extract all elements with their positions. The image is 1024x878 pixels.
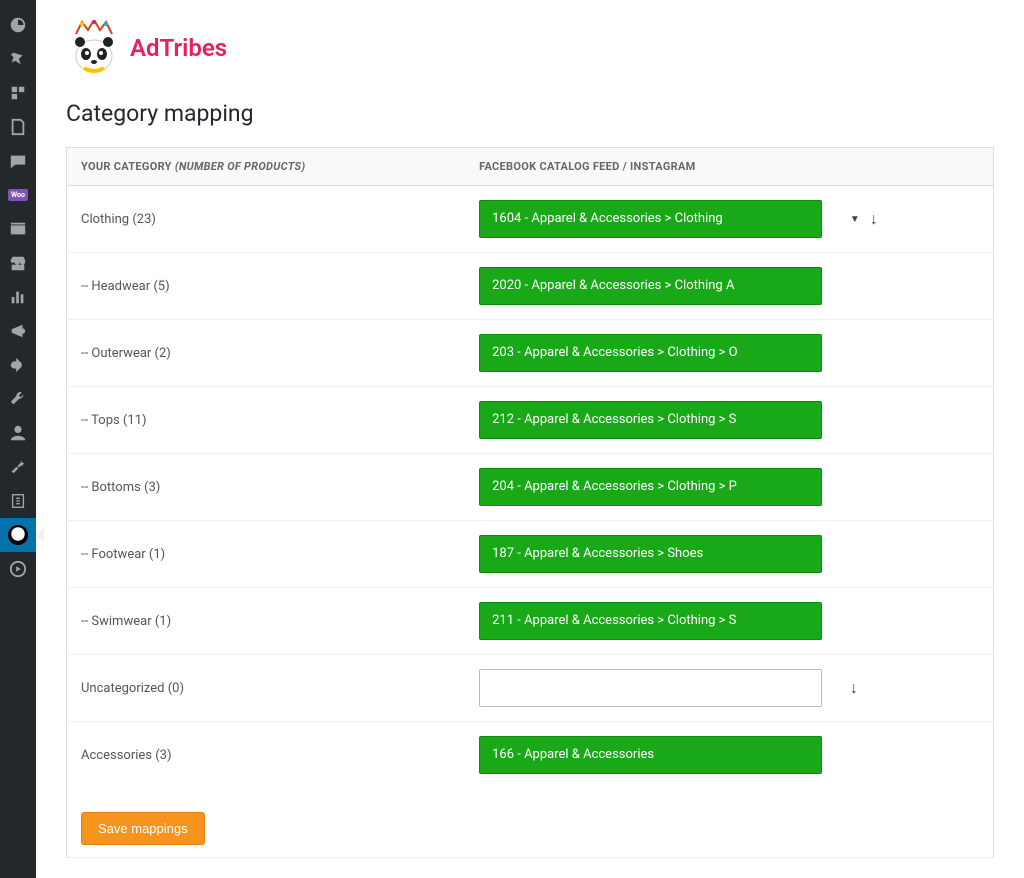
sidebar-tools[interactable] <box>0 382 36 416</box>
category-label: -- Bottoms (3) <box>67 454 466 521</box>
feed-category-input[interactable]: 2020 - Apparel & Accessories > Clothing … <box>479 267 822 305</box>
dashboard-icon <box>9 16 27 34</box>
th-feed: FACEBOOK CATALOG FEED / INSTAGRAM <box>465 148 836 186</box>
feed-cell: 204 - Apparel & Accessories > Clothing >… <box>465 454 836 521</box>
brand-name: AdTribes <box>130 34 227 62</box>
feed-category-input[interactable]: 203 - Apparel & Accessories > Clothing >… <box>479 334 822 372</box>
settings-icon <box>9 458 27 476</box>
sidebar-users[interactable] <box>0 416 36 450</box>
action-cell <box>836 722 994 789</box>
store-icon <box>9 254 27 272</box>
feed-category-input[interactable]: 1604 - Apparel & Accessories > Clothing <box>479 200 822 238</box>
marketing-icon <box>9 322 27 340</box>
action-cell: ↓ <box>836 655 994 722</box>
sidebar-comments[interactable] <box>0 144 36 178</box>
plugins-icon <box>9 356 27 374</box>
feed-category-input[interactable] <box>479 669 822 707</box>
tools-icon <box>9 390 27 408</box>
products-icon <box>9 220 27 238</box>
sidebar-video[interactable] <box>0 552 36 586</box>
page-title: Category mapping <box>66 100 994 127</box>
feed-category-input[interactable]: 211 - Apparel & Accessories > Clothing >… <box>479 602 822 640</box>
category-label: Uncategorized (0) <box>67 655 466 722</box>
comments-icon <box>9 152 27 170</box>
sidebar-products[interactable] <box>0 212 36 246</box>
feed-cell: 203 - Apparel & Accessories > Clothing >… <box>465 320 836 387</box>
category-label: -- Swimwear (1) <box>67 588 466 655</box>
table-row: -- Swimwear (1) 211 - Apparel & Accessori… <box>67 588 994 655</box>
sidebar-adtribes[interactable] <box>0 518 36 552</box>
action-cell <box>836 253 994 320</box>
table-row: Clothing (23) 1604 - Apparel & Accessorie… <box>67 186 994 253</box>
category-label: -- Tops (11) <box>67 387 466 454</box>
table-row: -- Footwear (1) 187 - Apparel & Accessori… <box>67 521 994 588</box>
feed-category-input[interactable]: 212 - Apparel & Accessories > Clothing >… <box>479 401 822 439</box>
feed-cell: 211 - Apparel & Accessories > Clothing >… <box>465 588 836 655</box>
sidebar-pages[interactable] <box>0 110 36 144</box>
arrow-down-icon[interactable]: ↓ <box>870 209 878 229</box>
sidebar-pin[interactable] <box>0 42 36 76</box>
video-icon <box>9 560 27 578</box>
adtribes-icon <box>8 525 28 545</box>
feed-category-input[interactable]: 204 - Apparel & Accessories > Clothing >… <box>479 468 822 506</box>
import-icon <box>9 492 27 510</box>
caret-down-icon[interactable]: ▼ <box>850 214 860 225</box>
analytics-icon <box>9 288 27 306</box>
table-row: -- Bottoms (3) 204 - Apparel & Accessorie… <box>67 454 994 521</box>
sidebar-media[interactable] <box>0 76 36 110</box>
feed-category-input[interactable]: 187 - Apparel & Accessories > Shoes <box>479 535 822 573</box>
table-row: -- Tops (11) 212 - Apparel & Accessories … <box>67 387 994 454</box>
sidebar-marketing[interactable] <box>0 314 36 348</box>
th-category: YOUR CATEGORY (NUMBER OF PRODUCTS) <box>67 148 466 186</box>
feed-cell: 2020 - Apparel & Accessories > Clothing … <box>465 253 836 320</box>
feed-cell: 166 - Apparel & Accessories <box>465 722 836 789</box>
pages-icon <box>9 118 27 136</box>
action-cell <box>836 588 994 655</box>
sidebar-settings[interactable] <box>0 450 36 484</box>
category-label: -- Outerwear (2) <box>67 320 466 387</box>
feed-cell <box>465 655 836 722</box>
category-mapping-table: YOUR CATEGORY (NUMBER OF PRODUCTS) FACEB… <box>66 147 994 858</box>
logo-panda-icon <box>66 20 122 76</box>
category-label: Accessories (3) <box>67 722 466 789</box>
main-content: AdTribes Category mapping YOUR CATEGORY … <box>36 0 1024 878</box>
admin-sidebar: Woo <box>0 0 36 878</box>
action-cell: ▼↓ <box>836 186 994 253</box>
table-row: Uncategorized (0) ↓ <box>67 655 994 722</box>
media-icon <box>9 84 27 102</box>
category-label: -- Headwear (5) <box>67 253 466 320</box>
sidebar-import[interactable] <box>0 484 36 518</box>
category-label: Clothing (23) <box>67 186 466 253</box>
feed-cell: 1604 - Apparel & Accessories > Clothing <box>465 186 836 253</box>
woo-icon: Woo <box>8 189 28 201</box>
sidebar-analytics[interactable] <box>0 280 36 314</box>
table-row: -- Outerwear (2) 203 - Apparel & Accessor… <box>67 320 994 387</box>
sidebar-woo[interactable]: Woo <box>0 178 36 212</box>
th-action <box>836 148 994 186</box>
sidebar-dashboard[interactable] <box>0 8 36 42</box>
sidebar-store[interactable] <box>0 246 36 280</box>
pin-icon <box>9 50 27 68</box>
save-mappings-button[interactable]: Save mappings <box>81 812 205 845</box>
brand-logo: AdTribes <box>66 20 994 76</box>
action-cell <box>836 521 994 588</box>
feed-category-input[interactable]: 166 - Apparel & Accessories <box>479 736 822 774</box>
table-row: Accessories (3) 166 - Apparel & Accessori… <box>67 722 994 789</box>
feed-cell: 187 - Apparel & Accessories > Shoes <box>465 521 836 588</box>
category-label: -- Footwear (1) <box>67 521 466 588</box>
sidebar-plugins[interactable] <box>0 348 36 382</box>
arrow-down-icon[interactable]: ↓ <box>850 678 858 698</box>
action-cell <box>836 454 994 521</box>
feed-cell: 212 - Apparel & Accessories > Clothing >… <box>465 387 836 454</box>
action-cell <box>836 320 994 387</box>
table-row: -- Headwear (5) 2020 - Apparel & Accessor… <box>67 253 994 320</box>
action-cell <box>836 387 994 454</box>
users-icon <box>9 424 27 442</box>
